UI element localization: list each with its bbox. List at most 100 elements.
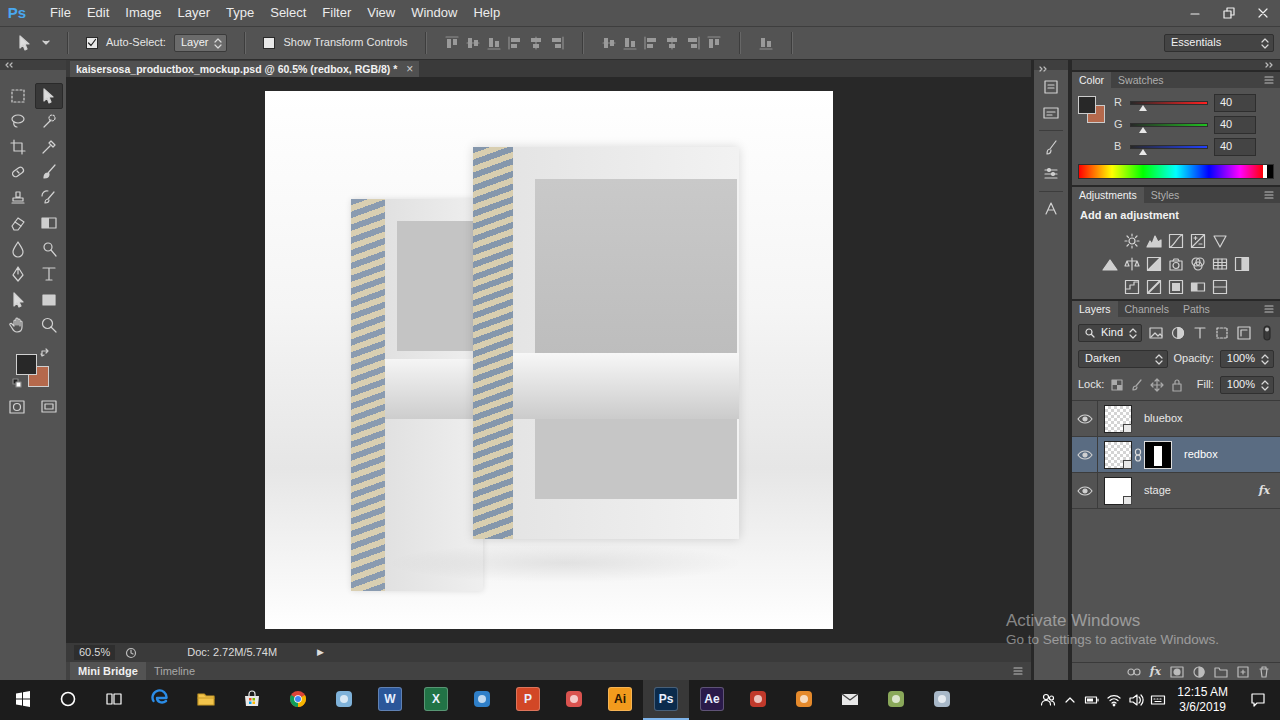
panel-menu-icon[interactable] [1264,301,1274,317]
channel-value-field[interactable]: 40 [1214,94,1256,111]
brightness-icon[interactable] [1124,233,1140,249]
align-icon[interactable] [601,35,617,51]
lock-all-icon[interactable] [1170,378,1184,392]
visibility-toggle[interactable] [1072,437,1098,472]
tool-button[interactable] [35,160,63,186]
blend-mode-dropdown[interactable]: Darken [1078,350,1168,368]
tool-button[interactable] [35,287,63,313]
brush-presets-icon[interactable] [1042,139,1060,157]
panel-tab[interactable]: Layers [1072,301,1118,317]
taskbar-app[interactable]: X [413,680,459,720]
screen-mode-icon[interactable] [40,398,58,416]
taskbar-app[interactable]: P [505,680,551,720]
properties-icon[interactable] [1042,104,1060,122]
posterize-icon[interactable] [1124,279,1140,295]
panel-tab[interactable]: Channels [1118,301,1176,317]
add-layer-style-button[interactable]: fx [1150,665,1161,678]
foreground-color[interactable] [16,354,37,375]
fill-field[interactable]: 100% [1220,376,1274,394]
layer-mask-thumbnail[interactable] [1144,441,1172,469]
tray-people[interactable] [1037,680,1059,720]
tool-button[interactable] [35,83,63,109]
restore-icon[interactable] [1212,0,1246,26]
menu-item[interactable]: Layer [170,0,219,26]
lock-transparency-icon[interactable] [1110,378,1124,392]
link-layers-icon[interactable] [1127,666,1141,678]
history-icon[interactable] [1042,78,1060,96]
align-icon[interactable] [706,35,722,51]
collapse-icon[interactable] [1038,66,1048,72]
align-icon[interactable] [622,35,638,51]
opacity-field[interactable]: 100% [1220,350,1274,368]
document-tab[interactable]: kaisersosa_productbox_mockup.psd @ 60.5%… [70,61,419,77]
tool-button[interactable] [35,262,63,288]
move-tool-icon[interactable] [16,34,34,52]
smart-object-filter-icon[interactable] [1236,325,1252,341]
tool-button[interactable] [35,109,63,135]
invert-icon[interactable] [1234,256,1250,272]
tool-preset-caret-icon[interactable] [42,40,50,46]
align-icon[interactable] [685,35,701,51]
panel-menu-icon[interactable] [1264,72,1274,88]
tool-button[interactable] [4,83,32,109]
taskbar-app[interactable]: W [367,680,413,720]
close-icon[interactable] [1246,0,1280,26]
tool-button[interactable] [4,313,32,339]
layer-row[interactable]: bluebox [1072,401,1280,437]
slider-thumb[interactable] [1139,105,1147,111]
panel-menu-icon[interactable] [1264,187,1274,203]
taskbar-app[interactable] [551,680,597,720]
channel-value-field[interactable]: 40 [1214,138,1256,155]
taskbar-app[interactable] [919,680,965,720]
workspace-dropdown[interactable]: Essentials [1164,34,1274,52]
taskbar-app[interactable] [873,680,919,720]
menu-item[interactable]: Filter [314,0,359,26]
menu-item[interactable]: Image [117,0,169,26]
filter-toggle-icon[interactable] [1260,325,1274,341]
quick-mask-icon[interactable] [8,398,26,416]
slider-thumb[interactable] [1139,149,1147,155]
task-view[interactable] [91,680,137,720]
align-icon[interactable] [444,35,460,51]
tray-show-hiddens-icon[interactable] [1059,680,1081,720]
align-icon[interactable] [486,35,502,51]
menu-item[interactable]: Type [218,0,262,26]
taskbar-app[interactable]: Ai [597,680,643,720]
levels-icon[interactable] [1146,233,1162,249]
start[interactable] [0,680,45,720]
menu-item[interactable]: Help [465,0,508,26]
align-icon[interactable] [528,35,544,51]
panel-tab[interactable]: Paths [1176,301,1217,317]
tool-button[interactable] [35,134,63,160]
status-menu-button[interactable]: ▶ [317,647,324,658]
lock-pixels-icon[interactable] [1130,378,1144,392]
tool-button[interactable] [4,287,32,313]
exposure-icon[interactable] [1190,233,1206,249]
layer-effects-badge[interactable]: fx [1259,484,1270,497]
taskbar-app[interactable] [459,680,505,720]
collapse-icon[interactable] [4,62,14,68]
pixel-filter-icon[interactable] [1148,325,1164,341]
hue-saturation-icon[interactable] [1102,256,1118,272]
panel-tab[interactable]: Styles [1144,187,1187,203]
action-center[interactable] [1236,680,1280,720]
black-white-icon[interactable] [1146,256,1162,272]
taskbar-app[interactable] [827,680,873,720]
taskbar-app[interactable] [137,680,183,720]
shadows-icon[interactable] [1212,279,1228,295]
threshold-icon[interactable] [1146,279,1162,295]
foreground-color[interactable] [1078,96,1096,114]
layer-filter-dropdown[interactable]: Kind [1078,324,1142,342]
minimize-icon[interactable] [1178,0,1212,26]
slider-track[interactable] [1130,123,1208,127]
bottom-tab[interactable]: Mini Bridge [70,662,146,680]
shape-filter-icon[interactable] [1214,325,1230,341]
slider-track[interactable] [1130,101,1208,105]
tray-network[interactable] [1103,680,1125,720]
menu-item[interactable]: File [42,0,79,26]
tool-button[interactable] [4,236,32,262]
tool-button[interactable] [35,313,63,339]
link-icon[interactable] [1134,448,1142,462]
delete-layer-icon[interactable] [1258,666,1270,678]
menu-item[interactable]: View [359,0,403,26]
